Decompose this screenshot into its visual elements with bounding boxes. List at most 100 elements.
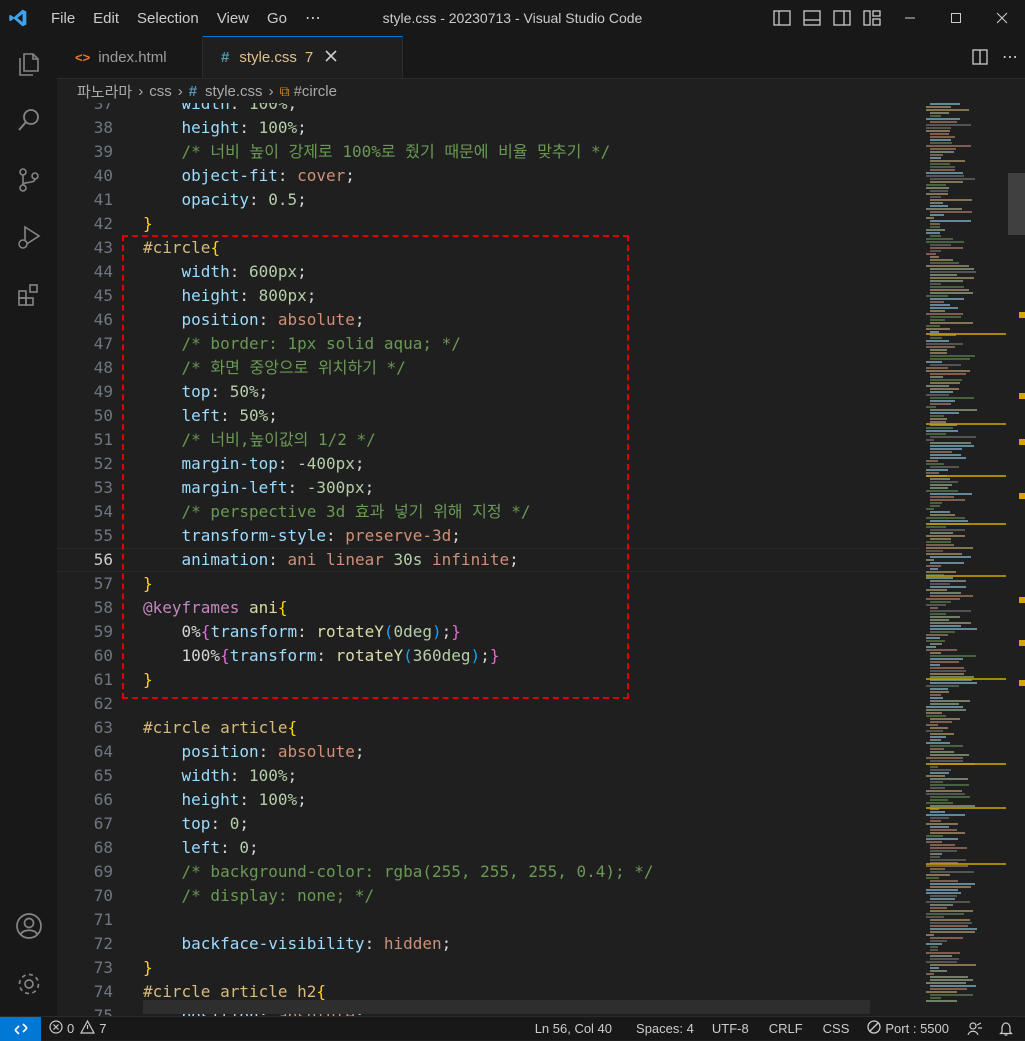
- minimap-line: [930, 259, 953, 261]
- explorer-icon[interactable]: [0, 38, 57, 90]
- code-line[interactable]: 53 margin-left: -300px;: [57, 476, 920, 500]
- code-line[interactable]: 44 width: 600px;: [57, 260, 920, 284]
- toggle-secondary-sidebar-icon[interactable]: [827, 0, 857, 36]
- vertical-scrollbar-thumb[interactable]: [1008, 173, 1025, 235]
- cursor-position[interactable]: Ln 56, Col 40: [527, 1017, 628, 1041]
- code-line[interactable]: 55 transform-style: preserve-3d;: [57, 524, 920, 548]
- line-text: }: [143, 574, 153, 593]
- customize-layout-icon[interactable]: [857, 0, 887, 36]
- code-line[interactable]: 47 /* border: 1px solid aqua; */: [57, 332, 920, 356]
- line-text: backface-visibility: hidden;: [181, 934, 452, 953]
- minimize-icon[interactable]: [887, 0, 933, 36]
- menu-edit[interactable]: Edit: [84, 10, 128, 27]
- minimap-line: [930, 142, 952, 144]
- notifications-bell-icon[interactable]: [993, 1017, 1025, 1041]
- code-line[interactable]: 69 /* background-color: rgba(255, 255, 2…: [57, 860, 920, 884]
- code-editor[interactable]: 37 width: 100%; 38 height: 100%; 39 /* 너비 …: [57, 103, 920, 1016]
- no-entry-icon: [867, 1020, 882, 1037]
- search-icon[interactable]: [0, 94, 57, 146]
- minimap-line: [930, 445, 974, 447]
- code-line[interactable]: 40 object-fit: cover;: [57, 164, 920, 188]
- problems-indicator[interactable]: 0 7: [41, 1017, 114, 1041]
- code-line[interactable]: 70 /* display: none; */: [57, 884, 920, 908]
- line-text: height: 100%;: [181, 790, 307, 809]
- close-window-icon[interactable]: [979, 0, 1025, 36]
- minimap-line: [926, 640, 945, 642]
- code-line[interactable]: 54 /* perspective 3d 효과 넣기 위해 지정 */: [57, 500, 920, 524]
- minimap-line: [930, 451, 952, 453]
- minimap[interactable]: [920, 103, 1025, 1016]
- menu-more-icon[interactable]: ⋯: [296, 8, 331, 28]
- indentation[interactable]: Spaces: 4: [628, 1017, 702, 1041]
- code-line[interactable]: 42}: [57, 212, 920, 236]
- code-line[interactable]: 68 left: 0;: [57, 836, 920, 860]
- breadcrumb-folder[interactable]: 파노라마: [77, 81, 132, 102]
- language-mode[interactable]: CSS: [813, 1017, 860, 1041]
- code-line[interactable]: 59 0%{transform: rotateY(0deg);}: [57, 620, 920, 644]
- code-line[interactable]: 45 height: 800px;: [57, 284, 920, 308]
- encoding[interactable]: UTF-8: [702, 1017, 759, 1041]
- code-line[interactable]: 73}: [57, 956, 920, 980]
- code-line[interactable]: 63 #circle article{: [57, 716, 920, 740]
- toggle-primary-sidebar-icon[interactable]: [767, 0, 797, 36]
- code-line[interactable]: 38 height: 100%;: [57, 116, 920, 140]
- menu-selection[interactable]: Selection: [128, 10, 208, 27]
- code-line[interactable]: 43 #circle{: [57, 236, 920, 260]
- menu-file[interactable]: File: [42, 10, 84, 27]
- toggle-panel-icon[interactable]: [797, 0, 827, 36]
- settings-gear-icon[interactable]: [0, 958, 57, 1010]
- code-line[interactable]: 72 backface-visibility: hidden;: [57, 932, 920, 956]
- accounts-feedback-icon[interactable]: [957, 1017, 993, 1041]
- close-tab-icon[interactable]: [325, 49, 337, 66]
- breadcrumb-folder[interactable]: css: [149, 83, 172, 100]
- code-line[interactable]: 39 /* 너비 높이 강제로 100%로 줬기 때문에 비율 맞추기 */: [57, 140, 920, 164]
- code-line[interactable]: 48 /* 화면 중앙으로 위치하기 */: [57, 356, 920, 380]
- tab-index-html[interactable]: <> index.html: [57, 36, 203, 78]
- minimap-line: [930, 376, 943, 378]
- html-file-icon: <>: [75, 49, 91, 65]
- live-server-port[interactable]: Port : 5500: [859, 1017, 957, 1041]
- line-number: 66: [93, 790, 113, 809]
- breadcrumb-file[interactable]: style.css: [205, 83, 263, 100]
- minimap-line: [926, 430, 958, 432]
- code-line[interactable]: 51 /* 너비,높이값의 1/2 */: [57, 428, 920, 452]
- code-line[interactable]: 56 animation: ani linear 30s infinite;: [57, 548, 920, 572]
- run-debug-icon[interactable]: [0, 211, 57, 263]
- line-text: left: 0;: [181, 838, 259, 857]
- more-actions-icon[interactable]: ⋯: [995, 39, 1025, 75]
- remote-window-icon[interactable]: [0, 1016, 41, 1041]
- code-line[interactable]: 71: [57, 908, 920, 932]
- minimap-line: [930, 655, 976, 657]
- horizontal-scrollbar[interactable]: [143, 1000, 870, 1014]
- code-line[interactable]: 46 position: absolute;: [57, 308, 920, 332]
- menu-go[interactable]: Go: [258, 10, 296, 27]
- end-of-line[interactable]: CRLF: [759, 1017, 813, 1041]
- code-line[interactable]: 49 top: 50%;: [57, 380, 920, 404]
- minimap-line: [930, 940, 947, 942]
- extensions-icon[interactable]: [0, 269, 57, 321]
- split-editor-icon[interactable]: [965, 39, 995, 75]
- code-line[interactable]: 67 top: 0;: [57, 812, 920, 836]
- code-line[interactable]: 65 width: 100%;: [57, 764, 920, 788]
- minimap-line: [930, 319, 945, 321]
- tab-style-css[interactable]: # style.css 7: [203, 36, 403, 78]
- code-line[interactable]: 41 opacity: 0.5;: [57, 188, 920, 212]
- maximize-icon[interactable]: [933, 0, 979, 36]
- source-control-icon[interactable]: [0, 154, 57, 206]
- code-line[interactable]: 52 margin-top: -400px;: [57, 452, 920, 476]
- code-line[interactable]: 37 width: 100%;: [57, 103, 920, 116]
- code-line[interactable]: 50 left: 50%;: [57, 404, 920, 428]
- accounts-icon[interactable]: [0, 900, 57, 952]
- minimap-line: [930, 628, 977, 630]
- code-line[interactable]: 64 position: absolute;: [57, 740, 920, 764]
- code-line[interactable]: 62: [57, 692, 920, 716]
- breadcrumb-symbol[interactable]: #circle: [294, 83, 337, 100]
- code-line[interactable]: 61}: [57, 668, 920, 692]
- code-line[interactable]: 60 100%{transform: rotateY(360deg);}: [57, 644, 920, 668]
- code-line[interactable]: 57}: [57, 572, 920, 596]
- menu-view[interactable]: View: [208, 10, 258, 27]
- minimap-line: [930, 112, 949, 114]
- minimap-line: [926, 472, 939, 474]
- code-line[interactable]: 66 height: 100%;: [57, 788, 920, 812]
- code-line[interactable]: 58 @keyframes ani{: [57, 596, 920, 620]
